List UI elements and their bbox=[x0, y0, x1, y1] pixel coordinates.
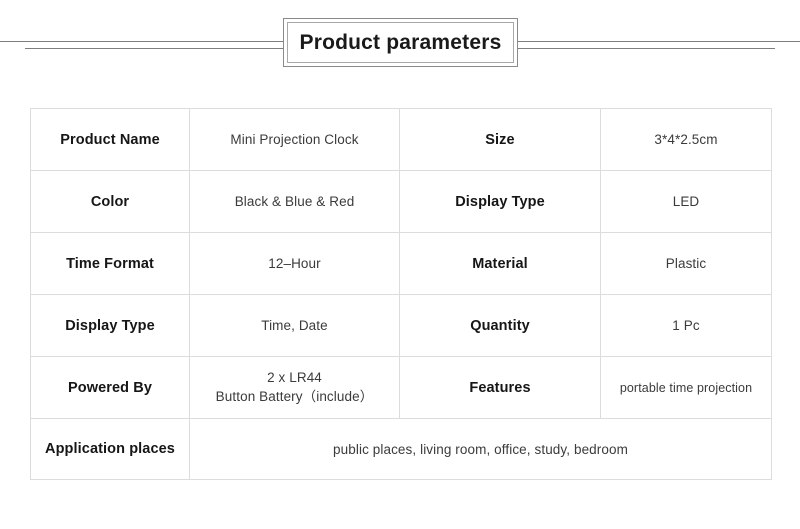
param-value-powered-by: 2 x LR44 Button Battery（include） bbox=[189, 356, 400, 419]
param-value-material: Plastic bbox=[600, 232, 772, 295]
param-label-display-content: Display Type bbox=[30, 294, 190, 357]
param-label-time-format: Time Format bbox=[30, 232, 190, 295]
param-value-quantity: 1 Pc bbox=[600, 294, 772, 357]
page-header-banner: Product parameters bbox=[0, 0, 800, 90]
param-value-product-name: Mini Projection Clock bbox=[189, 108, 400, 171]
param-label-features: Features bbox=[399, 356, 601, 419]
param-label-product-name: Product Name bbox=[30, 108, 190, 171]
param-value-features: portable time projection bbox=[600, 356, 772, 419]
param-value-size: 3*4*2.5cm bbox=[600, 108, 772, 171]
param-label-quantity: Quantity bbox=[399, 294, 601, 357]
param-value-color: Black & Blue & Red bbox=[189, 170, 400, 233]
param-label-application-places: Application places bbox=[30, 418, 190, 480]
param-label-display-type: Display Type bbox=[399, 170, 601, 233]
param-label-powered-by: Powered By bbox=[30, 356, 190, 419]
table-row: Time Format 12–Hour Material Plastic bbox=[30, 232, 772, 295]
param-value-time-format: 12–Hour bbox=[189, 232, 400, 295]
param-value-display-content: Time, Date bbox=[189, 294, 400, 357]
param-value-powered-by-line2: Button Battery（include） bbox=[215, 388, 374, 404]
table-row: Application places public places, living… bbox=[30, 418, 772, 480]
param-label-color: Color bbox=[30, 170, 190, 233]
table-row: Color Black & Blue & Red Display Type LE… bbox=[30, 170, 772, 233]
page-title: Product parameters bbox=[299, 30, 502, 54]
param-value-application-places: public places, living room, office, stud… bbox=[189, 418, 772, 480]
table-row: Product Name Mini Projection Clock Size … bbox=[30, 108, 772, 171]
table-row: Powered By 2 x LR44 Button Battery（inclu… bbox=[30, 356, 772, 419]
param-value-display-type: LED bbox=[600, 170, 772, 233]
param-label-material: Material bbox=[399, 232, 601, 295]
table-row: Display Type Time, Date Quantity 1 Pc bbox=[30, 294, 772, 357]
page-title-box: Product parameters bbox=[283, 18, 518, 67]
param-label-size: Size bbox=[399, 108, 601, 171]
param-value-powered-by-line1: 2 x LR44 bbox=[267, 369, 322, 385]
page-title-box-inner: Product parameters bbox=[287, 22, 514, 63]
product-parameters-table: Product Name Mini Projection Clock Size … bbox=[30, 108, 772, 480]
